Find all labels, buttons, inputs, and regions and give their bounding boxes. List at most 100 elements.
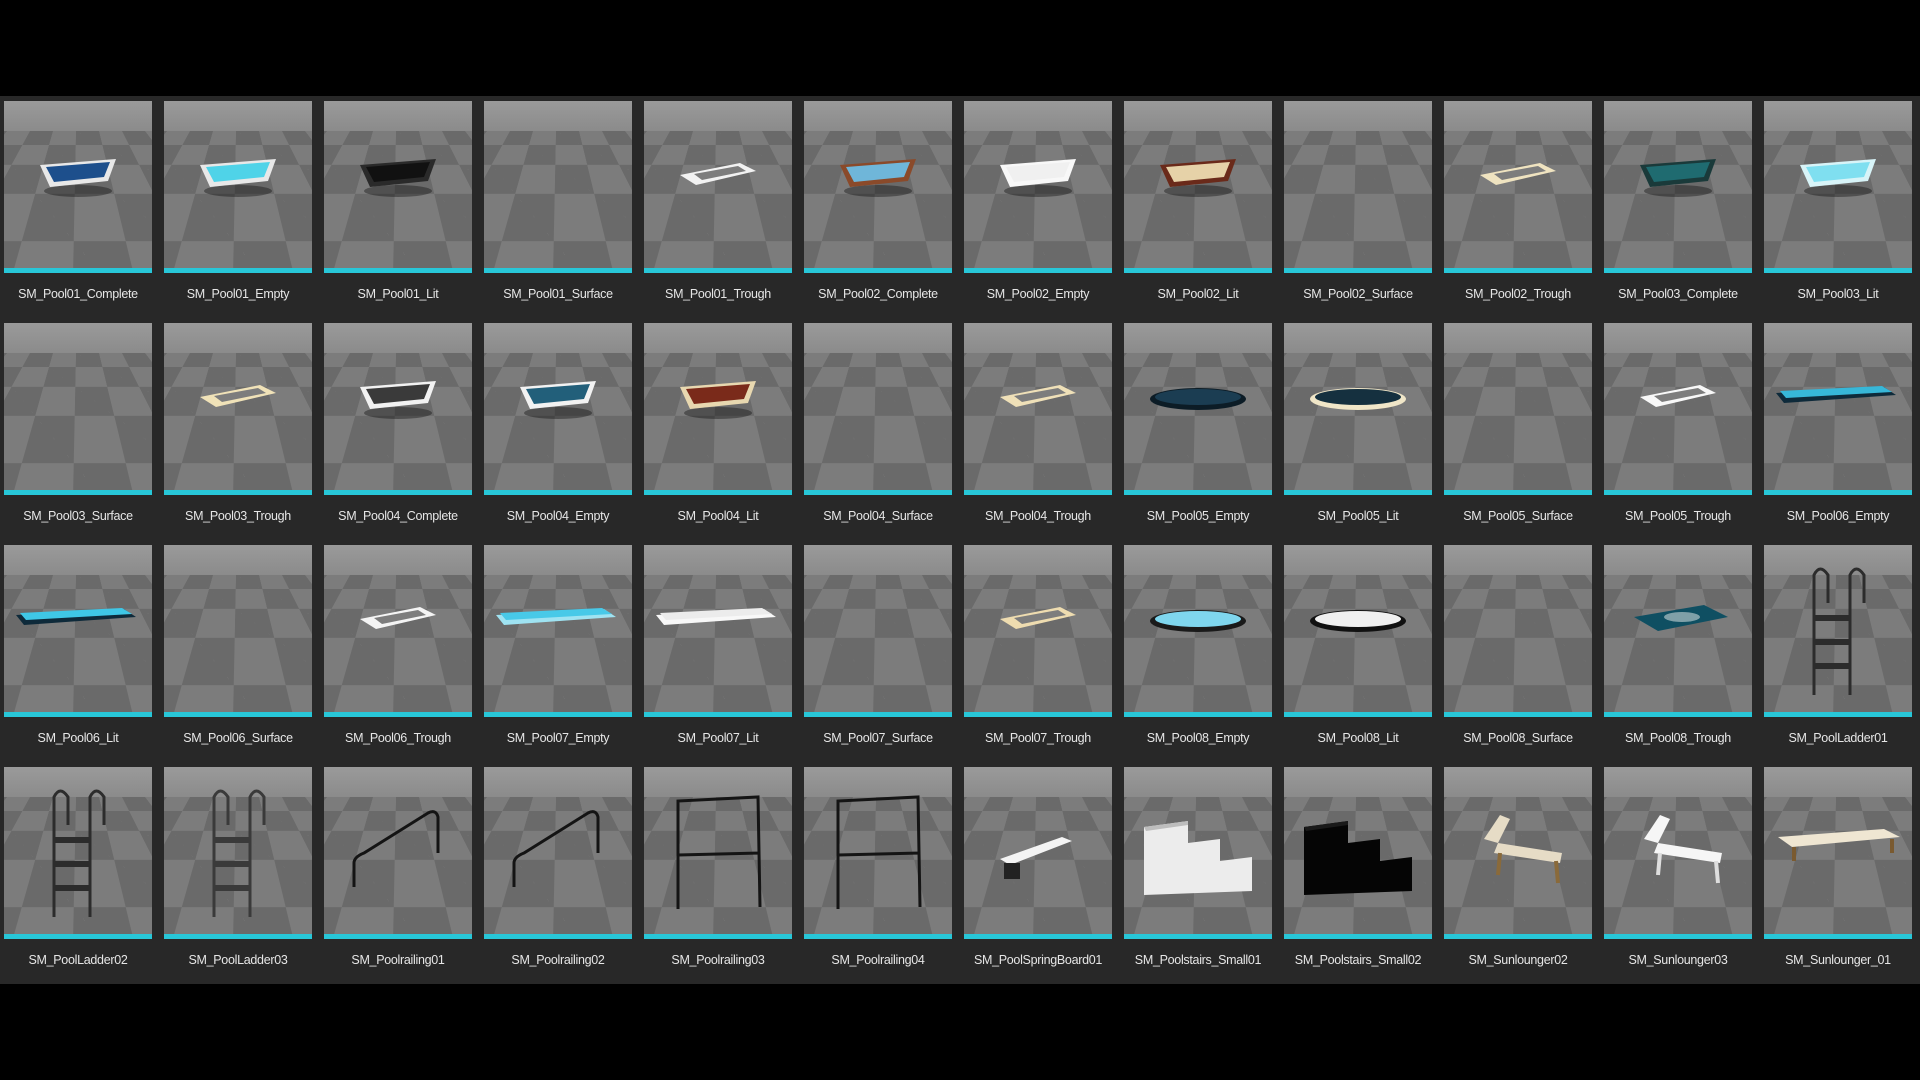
asset-tile[interactable]: SM_Pool08_Surface xyxy=(1444,545,1592,757)
frame-icon xyxy=(836,795,922,909)
asset-name-label: SM_Sunlounger_01 xyxy=(1785,953,1891,967)
asset-type-color-bar xyxy=(1764,268,1912,273)
asset-tile[interactable]: SM_Pool02_Surface xyxy=(1284,101,1432,313)
asset-tile[interactable]: SM_Pool02_Trough xyxy=(1444,101,1592,313)
asset-tile[interactable]: SM_Pool04_Lit xyxy=(644,323,792,535)
asset-tile[interactable]: SM_Pool07_Surface xyxy=(804,545,952,757)
asset-type-color-bar xyxy=(1124,934,1272,939)
asset-thumbnail xyxy=(1284,101,1432,268)
trough-icon xyxy=(680,163,756,185)
asset-type-color-bar xyxy=(1764,490,1912,495)
asset-tile[interactable]: SM_Pool03_Trough xyxy=(164,323,312,535)
asset-tile[interactable]: SM_Pool02_Complete xyxy=(804,101,952,313)
asset-type-color-bar xyxy=(644,934,792,939)
asset-tile[interactable]: SM_Sunlounger03 xyxy=(1604,767,1752,979)
asset-type-color-bar xyxy=(1764,712,1912,717)
asset-tile[interactable]: SM_PoolLadder02 xyxy=(4,767,152,979)
asset-tile[interactable]: SM_Pool06_Empty xyxy=(1764,323,1912,535)
asset-tile[interactable]: SM_Pool08_Lit xyxy=(1284,545,1432,757)
asset-tile[interactable]: SM_Poolstairs_Small01 xyxy=(1124,767,1272,979)
asset-thumbnail xyxy=(964,767,1112,934)
asset-tile[interactable]: SM_Pool01_Empty xyxy=(164,101,312,313)
asset-type-color-bar xyxy=(1124,490,1272,495)
asset-name-label: SM_Poolstairs_Small02 xyxy=(1294,953,1422,967)
asset-tile[interactable]: SM_Poolrailing04 xyxy=(804,767,952,979)
asset-thumbnail xyxy=(1124,767,1272,934)
asset-name-label: SM_Sunlounger02 xyxy=(1468,953,1568,967)
asset-tile[interactable]: SM_Pool01_Trough xyxy=(644,101,792,313)
asset-tile[interactable]: SM_Pool07_Lit xyxy=(644,545,792,757)
asset-name-label: SM_Pool06_Trough xyxy=(345,731,451,745)
asset-tile[interactable]: SM_Pool01_Surface xyxy=(484,101,632,313)
asset-type-color-bar xyxy=(964,712,1112,717)
asset-tile[interactable]: SM_Pool02_Empty xyxy=(964,101,1112,313)
asset-grid: SM_Pool01_Complete SM_Pool01_Empty SM_Po… xyxy=(4,101,1912,979)
asset-tile[interactable]: SM_Pool01_Complete xyxy=(4,101,152,313)
asset-tile[interactable]: SM_Pool06_Surface xyxy=(164,545,312,757)
asset-thumbnail xyxy=(484,323,632,490)
asset-type-color-bar xyxy=(164,712,312,717)
asset-thumbnail xyxy=(1764,101,1912,268)
asset-tile[interactable]: SM_Sunlounger02 xyxy=(1444,767,1592,979)
asset-name-label: SM_Pool08_Empty xyxy=(1146,731,1250,745)
long-pool-icon xyxy=(496,608,616,625)
trough-icon xyxy=(200,385,276,407)
asset-tile[interactable]: SM_Pool02_Lit xyxy=(1124,101,1272,313)
asset-tile[interactable]: SM_Pool01_Lit xyxy=(324,101,472,313)
asset-type-color-bar xyxy=(1604,934,1752,939)
asset-tile[interactable]: SM_Pool07_Empty xyxy=(484,545,632,757)
asset-name-label: SM_Pool01_Lit xyxy=(357,287,439,301)
asset-thumbnail xyxy=(1444,767,1592,934)
asset-thumbnail xyxy=(164,323,312,490)
asset-tile[interactable]: SM_Pool05_Empty xyxy=(1124,323,1272,535)
pool-icon xyxy=(1640,159,1716,197)
asset-tile[interactable]: SM_Pool06_Lit xyxy=(4,545,152,757)
asset-tile[interactable]: SM_PoolLadder03 xyxy=(164,767,312,979)
asset-type-color-bar xyxy=(4,268,152,273)
asset-tile[interactable]: SM_Pool06_Trough xyxy=(324,545,472,757)
pool-icon xyxy=(40,159,116,197)
asset-tile[interactable]: SM_Pool05_Surface xyxy=(1444,323,1592,535)
asset-tile[interactable]: SM_Poolstairs_Small02 xyxy=(1284,767,1432,979)
asset-tile[interactable]: SM_Pool04_Surface xyxy=(804,323,952,535)
asset-name-label: SM_Pool02_Lit xyxy=(1157,287,1239,301)
asset-name-label: SM_PoolLadder01 xyxy=(1788,731,1888,745)
asset-name-label: SM_Poolrailing02 xyxy=(511,953,605,967)
asset-tile[interactable]: SM_Pool07_Trough xyxy=(964,545,1112,757)
asset-tile[interactable]: SM_Poolrailing02 xyxy=(484,767,632,979)
asset-name-label: SM_Pool04_Surface xyxy=(823,509,933,523)
asset-tile[interactable]: SM_Pool03_Lit xyxy=(1764,101,1912,313)
asset-type-color-bar xyxy=(1284,268,1432,273)
asset-tile[interactable]: SM_Poolrailing03 xyxy=(644,767,792,979)
asset-tile[interactable]: SM_Pool08_Trough xyxy=(1604,545,1752,757)
asset-thumbnail xyxy=(1444,101,1592,268)
pool-icon xyxy=(1800,159,1876,197)
pool-icon xyxy=(200,159,276,197)
asset-name-label: SM_Poolrailing04 xyxy=(831,953,925,967)
long-pool-icon xyxy=(656,608,776,625)
asset-type-color-bar xyxy=(1604,490,1752,495)
asset-tile[interactable]: SM_Pool04_Complete xyxy=(324,323,472,535)
asset-tile[interactable]: SM_Pool05_Lit xyxy=(1284,323,1432,535)
asset-thumbnail xyxy=(644,323,792,490)
asset-type-color-bar xyxy=(804,490,952,495)
asset-tile[interactable]: SM_PoolSpringBoard01 xyxy=(964,767,1112,979)
asset-thumbnail xyxy=(804,323,952,490)
long-pool-icon xyxy=(16,608,136,625)
asset-tile[interactable]: SM_Pool04_Empty xyxy=(484,323,632,535)
asset-tile[interactable]: SM_PoolLadder01 xyxy=(1764,545,1912,757)
asset-tile[interactable]: SM_Poolrailing01 xyxy=(324,767,472,979)
asset-tile[interactable]: SM_Pool08_Empty xyxy=(1124,545,1272,757)
asset-tile[interactable]: SM_Pool05_Trough xyxy=(1604,323,1752,535)
asset-thumbnail xyxy=(964,101,1112,268)
asset-name-label: SM_Pool01_Surface xyxy=(503,287,613,301)
asset-tile[interactable]: SM_Pool04_Trough xyxy=(964,323,1112,535)
pool-icon xyxy=(1000,159,1076,197)
empty-icon xyxy=(1284,101,1432,268)
asset-tile[interactable]: SM_Pool03_Surface xyxy=(4,323,152,535)
asset-type-color-bar xyxy=(1284,934,1432,939)
asset-type-color-bar xyxy=(1444,268,1592,273)
asset-tile[interactable]: SM_Pool03_Complete xyxy=(1604,101,1752,313)
asset-name-label: SM_Pool03_Trough xyxy=(185,509,291,523)
asset-tile[interactable]: SM_Sunlounger_01 xyxy=(1764,767,1912,979)
